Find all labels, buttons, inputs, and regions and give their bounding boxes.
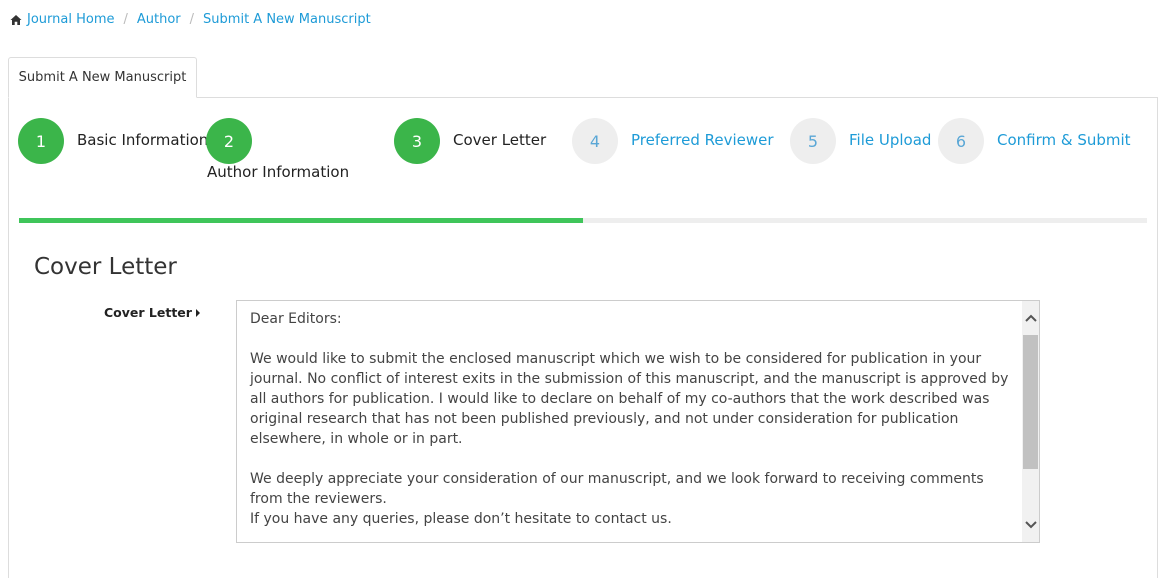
scroll-thumb[interactable] xyxy=(1023,335,1038,469)
step-6-circle[interactable]: 6 xyxy=(938,118,984,164)
breadcrumb-author[interactable]: Author xyxy=(137,12,181,27)
step-6-label[interactable]: Confirm & Submit xyxy=(997,131,1131,149)
home-icon xyxy=(10,14,22,25)
chevron-up-icon xyxy=(1024,314,1037,322)
cover-letter-label-text: Cover Letter xyxy=(104,305,192,320)
step-3-label[interactable]: Cover Letter xyxy=(453,131,546,149)
step-5-label[interactable]: File Upload xyxy=(849,131,931,149)
breadcrumb-separator: / xyxy=(189,12,195,27)
breadcrumb-journal-home[interactable]: Journal Home xyxy=(27,12,114,27)
cover-letter-textarea[interactable]: Dear Editors: We would like to submit th… xyxy=(236,300,1040,543)
step-2-circle[interactable]: 2 xyxy=(206,118,252,164)
cover-letter-label: Cover Letter xyxy=(104,305,200,320)
progress-bar xyxy=(19,218,1147,223)
scroll-down-button[interactable] xyxy=(1022,508,1039,542)
step-4-label[interactable]: Preferred Reviewer xyxy=(631,131,774,149)
step-2-label[interactable]: Author Information xyxy=(207,163,349,181)
breadcrumb-separator: / xyxy=(123,12,128,27)
step-1-circle[interactable]: 1 xyxy=(18,118,64,164)
textarea-scrollbar[interactable] xyxy=(1022,301,1039,542)
caret-right-icon xyxy=(195,308,200,317)
scroll-up-button[interactable] xyxy=(1022,301,1039,335)
progress-bar-fill xyxy=(19,218,583,223)
section-title: Cover Letter xyxy=(34,254,177,280)
breadcrumb-submit-manuscript[interactable]: Submit A New Manuscript xyxy=(203,12,371,27)
chevron-down-icon xyxy=(1024,521,1037,529)
step-5-circle[interactable]: 5 xyxy=(790,118,836,164)
cover-letter-text[interactable]: Dear Editors: We would like to submit th… xyxy=(250,309,1020,542)
tab-submit-manuscript[interactable]: Submit A New Manuscript xyxy=(8,57,197,98)
step-1-label[interactable]: Basic Information xyxy=(77,131,208,149)
step-4-circle[interactable]: 4 xyxy=(572,118,618,164)
step-3-circle[interactable]: 3 xyxy=(394,118,440,164)
breadcrumb: Journal Home / Author / Submit A New Man… xyxy=(10,12,371,27)
